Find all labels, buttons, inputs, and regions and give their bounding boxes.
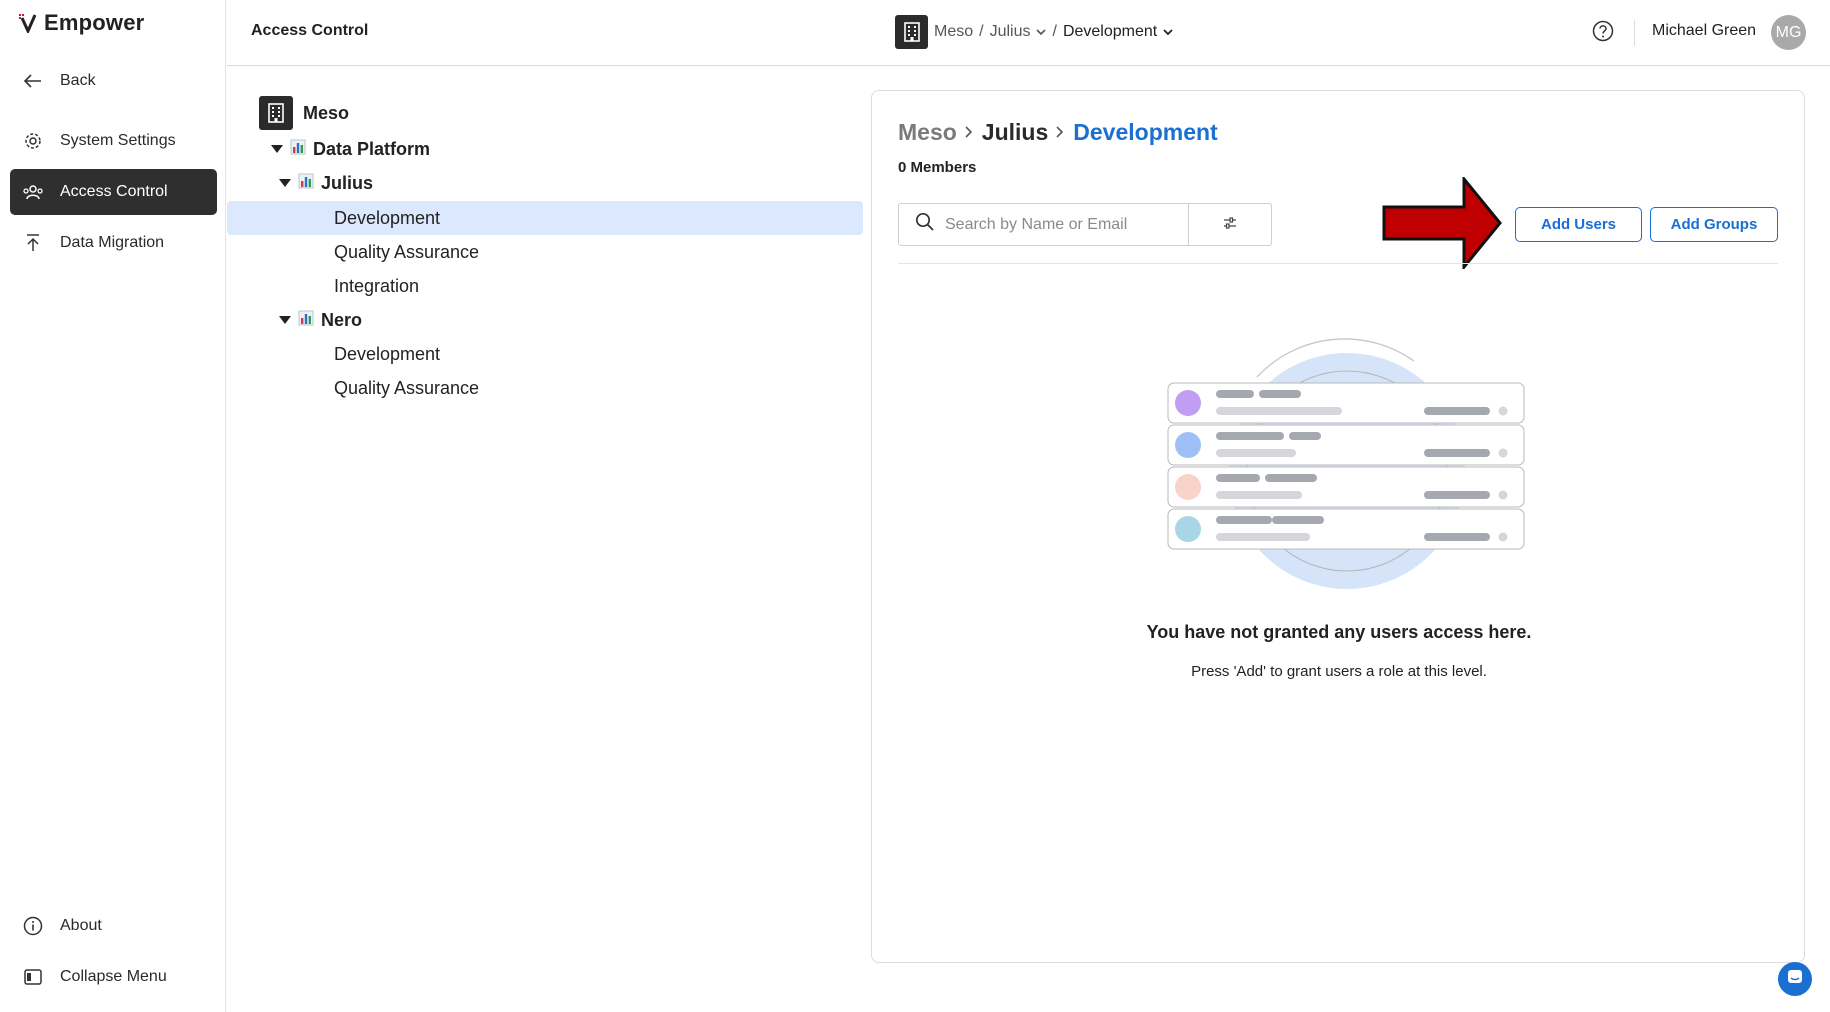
bar-chart-icon [298, 310, 314, 331]
tree-group-label: Nero [321, 309, 363, 330]
sidebar-item-label: Access Control [60, 183, 168, 200]
breadcrumb-environment: Development [1073, 119, 1218, 145]
search-field[interactable] [899, 204, 1188, 245]
crumb-project[interactable]: Julius [990, 23, 1031, 41]
divider [898, 263, 1778, 264]
about-label: About [60, 917, 102, 934]
arrow-left-icon [22, 70, 44, 92]
tree-item-julius-integration[interactable]: Integration [334, 269, 419, 303]
chevron-right-icon [965, 122, 972, 143]
crumb-environment[interactable]: Development [1063, 23, 1157, 41]
building-icon [259, 96, 293, 130]
tree-root[interactable]: Meso [259, 96, 349, 130]
building-icon [895, 15, 928, 49]
tree-group-label: Data Platform [313, 138, 431, 159]
add-users-button[interactable]: Add Users [1515, 207, 1642, 242]
breadcrumb-org[interactable]: Meso [898, 119, 957, 146]
sidebar: Empower Back System Settings Access Cont… [0, 0, 226, 1012]
sidebar-item-access-control[interactable]: Access Control [10, 169, 217, 215]
chevron-down-icon[interactable] [1163, 23, 1173, 41]
tree-group-nero[interactable]: Nero [279, 303, 362, 337]
bar-chart-icon [298, 173, 314, 194]
avatar[interactable]: MG [1771, 15, 1806, 50]
page-title: Access Control [251, 22, 369, 39]
tree-item-nero-development[interactable]: Development [334, 337, 440, 371]
collapse-icon [22, 966, 44, 988]
user-name[interactable]: Michael Green [1652, 22, 1756, 40]
divider [1634, 20, 1635, 46]
search-icon [915, 212, 935, 237]
tree-group-julius[interactable]: Julius [279, 166, 373, 200]
info-icon [22, 915, 44, 937]
tree-group-label: Julius [321, 172, 374, 193]
chevron-right-icon [1056, 122, 1064, 143]
tree-item-label: Quality Assurance [334, 377, 480, 398]
breadcrumb-project[interactable]: Julius [982, 119, 1048, 146]
upload-icon [22, 232, 44, 254]
access-icon [22, 181, 44, 203]
collapse-menu-button[interactable]: Collapse Menu [10, 954, 217, 1000]
tree-item-julius-quality-assurance[interactable]: Quality Assurance [334, 235, 479, 269]
tree-item-label: Integration [334, 275, 420, 296]
sidebar-item-system-settings[interactable]: System Settings [10, 118, 217, 164]
bar-chart-icon [290, 139, 306, 160]
annotation-arrow-icon [1382, 177, 1502, 269]
caret-down-icon[interactable] [271, 145, 283, 153]
collapse-label: Collapse Menu [60, 968, 167, 985]
context-switcher: Meso / Julius / Development [895, 15, 1173, 49]
sidebar-item-label: System Settings [60, 132, 176, 149]
empty-state-title: You have not granted any users access he… [1146, 622, 1532, 642]
gear-icon [22, 130, 44, 152]
sliders-icon [1223, 216, 1237, 234]
empty-state-subtitle: Press 'Add' to grant users a role at thi… [1191, 663, 1487, 680]
crumb-separator: / [979, 23, 984, 40]
tree-item-nero-quality-assurance[interactable]: Quality Assurance [334, 371, 479, 405]
sidebar-item-label: Data Migration [60, 234, 165, 251]
member-count: 0 Members [898, 159, 977, 176]
help-icon[interactable] [1592, 20, 1614, 47]
chevron-down-icon[interactable] [1036, 23, 1047, 41]
logo-text: Empower [44, 10, 145, 35]
members-panel: Meso Julius Development 0 Members Add Us… [871, 90, 1805, 963]
logo: Empower [18, 10, 144, 36]
empower-logo-icon [19, 14, 37, 33]
breadcrumb: Meso Julius Development [898, 119, 1218, 146]
tree-item-label: Quality Assurance [334, 241, 480, 262]
tree-item-label: Development [334, 207, 441, 228]
topbar: Access Control Meso / Julius / Developme… [227, 0, 1830, 66]
about-button[interactable]: About [10, 903, 217, 949]
sidebar-item-data-migration[interactable]: Data Migration [10, 220, 217, 266]
empty-state-illustration [1167, 338, 1525, 589]
tree-group-data-platform[interactable]: Data Platform [271, 132, 430, 166]
add-groups-button[interactable]: Add Groups [1650, 207, 1778, 242]
caret-down-icon[interactable] [279, 316, 291, 324]
back-button[interactable]: Back [10, 58, 217, 104]
chat-widget-button[interactable] [1778, 962, 1812, 996]
caret-down-icon[interactable] [279, 179, 291, 187]
search-box [898, 203, 1272, 246]
back-label: Back [60, 72, 96, 89]
search-input[interactable] [945, 215, 1165, 234]
tree-item-label: Development [334, 343, 441, 364]
crumb-org[interactable]: Meso [934, 23, 973, 41]
crumb-separator: / [1052, 23, 1057, 40]
filter-button[interactable] [1188, 204, 1271, 245]
tree-root-label: Meso [303, 102, 350, 123]
tree-item-julius-development[interactable]: Development [227, 201, 863, 235]
chat-icon [1787, 969, 1803, 990]
